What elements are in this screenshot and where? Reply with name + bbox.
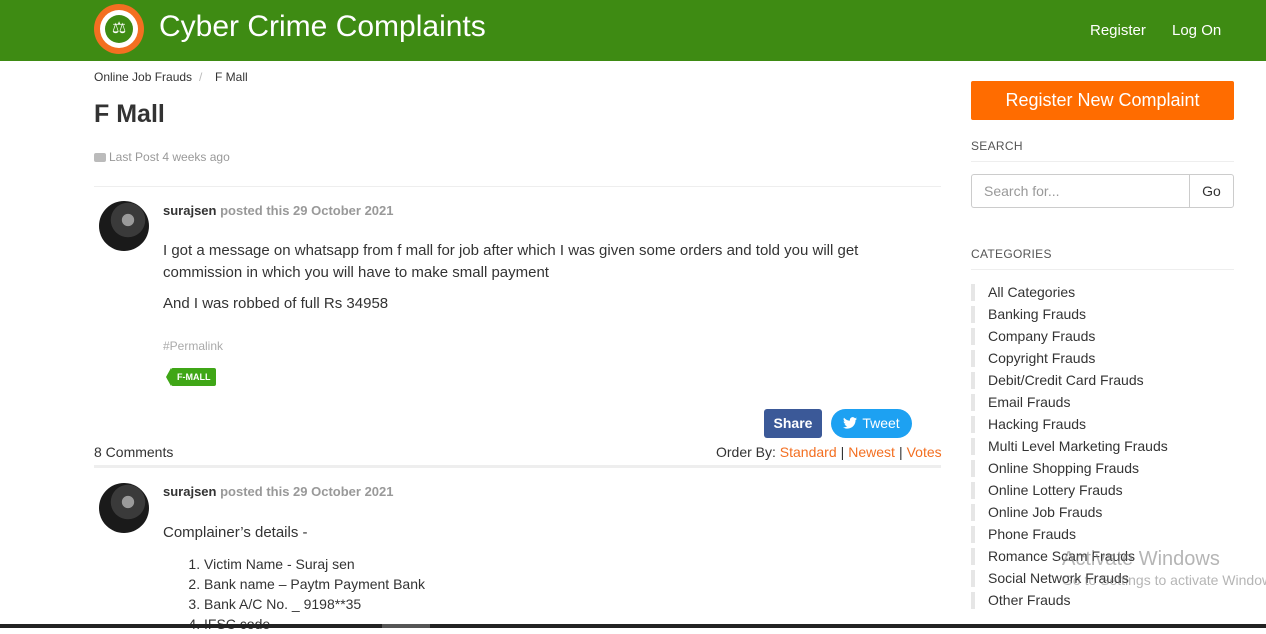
tag-f-mall[interactable]: F-MALL [166, 368, 216, 386]
site-logo[interactable]: ⚖ [94, 4, 144, 54]
category-all[interactable]: All Categories [971, 284, 1075, 301]
avatar[interactable] [99, 201, 149, 251]
horizontal-scrollbar[interactable] [0, 624, 1266, 628]
comment-meta: posted this 29 October 2021 [220, 484, 394, 499]
order-newest-link[interactable]: Newest [848, 444, 895, 460]
category-online-shopping[interactable]: Online Shopping Frauds [971, 460, 1139, 477]
order-votes-link[interactable]: Votes [907, 444, 942, 460]
post-author[interactable]: surajsen [163, 203, 216, 218]
twitter-bird-icon [843, 417, 858, 429]
post-author-line: surajsen posted this 29 October 2021 [163, 203, 394, 218]
site-title[interactable]: Cyber Crime Complaints [159, 10, 486, 44]
category-online-job[interactable]: Online Job Frauds [971, 504, 1102, 521]
category-banking[interactable]: Banking Frauds [971, 306, 1086, 323]
login-link[interactable]: Log On [1172, 22, 1221, 39]
search-go-button[interactable]: Go [1189, 174, 1234, 208]
comment-icon [94, 153, 106, 162]
comments-count: 8 Comments [94, 444, 174, 460]
category-email[interactable]: Email Frauds [971, 394, 1070, 411]
last-post-text: Last Post 4 weeks ago [109, 150, 230, 164]
avatar[interactable] [99, 483, 149, 533]
scrollbar-thumb[interactable] [382, 624, 430, 628]
divider [94, 186, 941, 187]
order-by: Order By: Standard | Newest | Votes [716, 444, 942, 460]
divider [971, 161, 1234, 162]
post-paragraph-1: I got a message on whatsapp from f mall … [163, 242, 859, 281]
comment-author[interactable]: surajsen [163, 484, 216, 499]
list-item: Bank name – Paytm Payment Bank [204, 574, 425, 594]
scales-of-justice-icon: ⚖ [105, 15, 133, 43]
tweet-button[interactable]: Tweet [831, 409, 912, 438]
register-complaint-button[interactable]: Register New Complaint [971, 81, 1234, 120]
breadcrumb-current: F Mall [215, 70, 248, 84]
post-meta: posted this 29 October 2021 [220, 203, 394, 218]
list-item: Victim Name - Suraj sen [204, 554, 425, 574]
breadcrumb-separator: / [199, 70, 203, 84]
category-company[interactable]: Company Frauds [971, 328, 1095, 345]
category-phone[interactable]: Phone Frauds [971, 526, 1076, 543]
breadcrumb-category[interactable]: Online Job Frauds [94, 70, 192, 84]
permalink-link[interactable]: #Permalink [163, 339, 223, 353]
list-item: Bank A/C No. _ 9198**35 [204, 594, 425, 614]
category-online-lottery[interactable]: Online Lottery Frauds [971, 482, 1123, 499]
tweet-label: Tweet [862, 415, 900, 431]
categories-heading: CATEGORIES [971, 247, 1052, 261]
comment-intro: Complainer’s details - [163, 524, 308, 541]
register-link[interactable]: Register [1090, 22, 1146, 39]
last-post-info: Last Post 4 weeks ago [94, 150, 230, 164]
search-heading: SEARCH [971, 139, 1023, 153]
category-multi-level-marketing[interactable]: Multi Level Marketing Frauds [971, 438, 1168, 455]
activate-windows-subtext: Go to Settings to activate Windows. [1062, 572, 1266, 588]
category-hacking[interactable]: Hacking Frauds [971, 416, 1086, 433]
divider [971, 269, 1234, 270]
order-by-label: Order By: [716, 444, 776, 460]
complainer-details-list: Victim Name - Suraj sen Bank name – Payt… [204, 554, 425, 634]
site-header: ⚖ Cyber Crime Complaints Register Log On [0, 0, 1266, 61]
activate-windows-watermark: Activate Windows [1062, 548, 1220, 570]
page-title: F Mall [94, 100, 165, 128]
facebook-share-button[interactable]: Share [764, 409, 822, 438]
category-copyright[interactable]: Copyright Frauds [971, 350, 1095, 367]
comment-author-line: surajsen posted this 29 October 2021 [163, 484, 394, 499]
category-other[interactable]: Other Frauds [971, 592, 1070, 609]
search-input[interactable] [971, 174, 1190, 208]
order-standard-link[interactable]: Standard [780, 444, 837, 460]
comments-divider [94, 465, 941, 468]
category-debit-credit-card[interactable]: Debit/Credit Card Frauds [971, 372, 1144, 389]
post-paragraph-2: And I was robbed of full Rs 34958 [163, 295, 389, 312]
